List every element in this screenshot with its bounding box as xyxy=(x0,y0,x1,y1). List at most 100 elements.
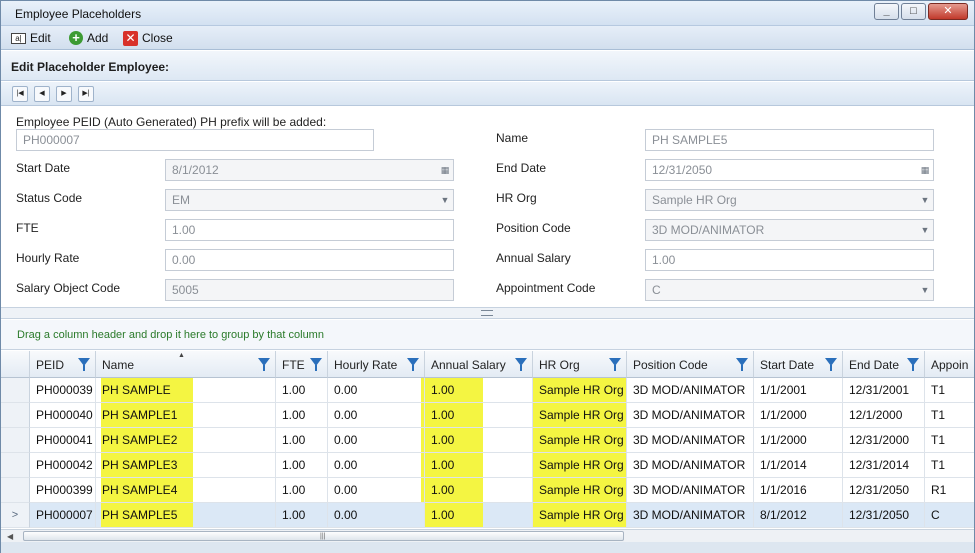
table-cell-appoin[interactable]: T1 xyxy=(925,453,974,478)
add-button[interactable]: + Add xyxy=(69,30,108,46)
hr-org-select[interactable]: Sample HR Org ▼ xyxy=(645,189,934,211)
table-cell-start-date[interactable]: 1/1/2014 xyxy=(754,453,843,478)
column-header-hourly-rate[interactable]: Hourly Rate xyxy=(328,351,425,378)
table-cell-peid[interactable]: PH000042 xyxy=(30,453,96,478)
table-cell-peid[interactable]: PH000399 xyxy=(30,478,96,503)
chevron-down-icon[interactable]: ▼ xyxy=(917,190,933,210)
column-header-appoin[interactable]: Appoin xyxy=(925,351,974,378)
table-cell-appoin[interactable]: T1 xyxy=(925,378,974,403)
table-cell-hr-org[interactable]: Sample HR Org xyxy=(533,503,627,528)
table-cell-peid[interactable]: PH000041 xyxy=(30,428,96,453)
table-cell-hr-org[interactable]: Sample HR Org xyxy=(533,428,627,453)
window-close-button[interactable]: ✕ xyxy=(928,3,968,20)
table-cell-hourly-rate[interactable]: 0.00 xyxy=(328,428,425,453)
table-cell-fte[interactable]: 1.00 xyxy=(276,428,328,453)
table-cell-end-date[interactable]: 12/31/2014 xyxy=(843,453,925,478)
first-record-button[interactable]: |◀ xyxy=(12,86,28,102)
filter-icon[interactable] xyxy=(907,358,919,371)
table-cell-position-code[interactable]: 3D MOD/ANIMATOR xyxy=(627,478,754,503)
filter-icon[interactable] xyxy=(310,358,322,371)
filter-icon[interactable] xyxy=(825,358,837,371)
table-cell-appoin[interactable]: T1 xyxy=(925,403,974,428)
table-cell-annual-salary[interactable]: 1.00 xyxy=(425,378,533,403)
column-header-position-code[interactable]: Position Code xyxy=(627,351,754,378)
maximize-button[interactable]: □ xyxy=(901,3,926,20)
table-cell-annual-salary[interactable]: 1.00 xyxy=(425,453,533,478)
calendar-icon[interactable]: ▦ xyxy=(917,160,933,180)
table-cell-fte[interactable]: 1.00 xyxy=(276,478,328,503)
column-header-annual-salary[interactable]: Annual Salary xyxy=(425,351,533,378)
table-cell-annual-salary[interactable]: 1.00 xyxy=(425,403,533,428)
row-indicator[interactable] xyxy=(1,403,30,428)
chevron-down-icon[interactable]: ▼ xyxy=(437,190,453,210)
minimize-button[interactable]: _ xyxy=(874,3,899,20)
annual-salary-field[interactable]: 1.00 xyxy=(645,249,934,271)
hourly-rate-field[interactable]: 0.00 xyxy=(165,249,454,271)
table-cell-fte[interactable]: 1.00 xyxy=(276,378,328,403)
peid-field[interactable]: PH000007 xyxy=(16,129,374,151)
name-field[interactable]: PH SAMPLE5 xyxy=(645,129,934,151)
column-header-name[interactable]: Name ▲ xyxy=(96,351,276,378)
table-cell-hr-org[interactable]: Sample HR Org xyxy=(533,403,627,428)
close-button[interactable]: ✕ Close xyxy=(123,30,173,46)
table-cell-start-date[interactable]: 1/1/2000 xyxy=(754,428,843,453)
table-cell-hr-org[interactable]: Sample HR Org xyxy=(533,378,627,403)
column-header-start-date[interactable]: Start Date xyxy=(754,351,843,378)
filter-icon[interactable] xyxy=(78,358,90,371)
filter-icon[interactable] xyxy=(407,358,419,371)
table-cell-position-code[interactable]: 3D MOD/ANIMATOR xyxy=(627,403,754,428)
table-cell-annual-salary[interactable]: 1.00 xyxy=(425,428,533,453)
fte-field[interactable]: 1.00 xyxy=(165,219,454,241)
group-by-panel[interactable]: Drag a column header and drop it here to… xyxy=(1,320,974,350)
status-code-select[interactable]: EM ▼ xyxy=(165,189,454,211)
table-cell-name[interactable]: PH SAMPLE xyxy=(96,378,276,403)
column-header-hr-org[interactable]: HR Org xyxy=(533,351,627,378)
table-cell-name[interactable]: PH SAMPLE1 xyxy=(96,403,276,428)
table-cell-start-date[interactable]: 1/1/2016 xyxy=(754,478,843,503)
filter-icon[interactable] xyxy=(258,358,270,371)
table-cell-end-date[interactable]: 12/1/2000 xyxy=(843,403,925,428)
appointment-code-select[interactable]: C ▼ xyxy=(645,279,934,301)
table-cell-peid[interactable]: PH000039 xyxy=(30,378,96,403)
table-cell-appoin[interactable]: R1 xyxy=(925,478,974,503)
row-indicator[interactable] xyxy=(1,453,30,478)
chevron-down-icon[interactable]: ▼ xyxy=(917,280,933,300)
table-cell-fte[interactable]: 1.00 xyxy=(276,453,328,478)
table-cell-hourly-rate[interactable]: 0.00 xyxy=(328,403,425,428)
last-record-button[interactable]: ▶| xyxy=(78,86,94,102)
table-cell-name[interactable]: PH SAMPLE2 xyxy=(96,428,276,453)
table-cell-position-code[interactable]: 3D MOD/ANIMATOR xyxy=(627,503,754,528)
table-cell-annual-salary[interactable]: 1.00 xyxy=(425,478,533,503)
table-cell-appoin[interactable]: T1 xyxy=(925,428,974,453)
table-cell-fte[interactable]: 1.00 xyxy=(276,503,328,528)
calendar-icon[interactable]: ▦ xyxy=(437,160,453,180)
start-date-field[interactable]: 8/1/2012 ▦ xyxy=(165,159,454,181)
table-cell-peid[interactable]: PH000040 xyxy=(30,403,96,428)
table-cell-annual-salary[interactable]: 1.00 xyxy=(425,503,533,528)
column-header-end-date[interactable]: End Date xyxy=(843,351,925,378)
end-date-field[interactable]: 12/31/2050 ▦ xyxy=(645,159,934,181)
splitter-grip-icon[interactable] xyxy=(481,310,493,316)
table-cell-hourly-rate[interactable]: 0.00 xyxy=(328,378,425,403)
table-cell-start-date[interactable]: 1/1/2000 xyxy=(754,403,843,428)
table-cell-appoin[interactable]: C xyxy=(925,503,974,528)
scrollbar-thumb[interactable]: ||| xyxy=(23,531,624,541)
chevron-down-icon[interactable]: ▼ xyxy=(917,220,933,240)
position-code-select[interactable]: 3D MOD/ANIMATOR ▼ xyxy=(645,219,934,241)
table-cell-hr-org[interactable]: Sample HR Org xyxy=(533,453,627,478)
next-record-button[interactable]: ▶ xyxy=(56,86,72,102)
scroll-left-icon[interactable]: ◀ xyxy=(7,532,13,541)
row-indicator[interactable] xyxy=(1,428,30,453)
row-indicator[interactable]: > xyxy=(1,503,30,528)
row-indicator[interactable] xyxy=(1,478,30,503)
filter-icon[interactable] xyxy=(609,358,621,371)
table-cell-end-date[interactable]: 12/31/2000 xyxy=(843,428,925,453)
table-cell-position-code[interactable]: 3D MOD/ANIMATOR xyxy=(627,428,754,453)
table-cell-start-date[interactable]: 1/1/2001 xyxy=(754,378,843,403)
filter-icon[interactable] xyxy=(736,358,748,371)
table-cell-name[interactable]: PH SAMPLE5 xyxy=(96,503,276,528)
table-cell-position-code[interactable]: 3D MOD/ANIMATOR xyxy=(627,453,754,478)
splitter[interactable] xyxy=(1,307,974,319)
table-cell-position-code[interactable]: 3D MOD/ANIMATOR xyxy=(627,378,754,403)
table-cell-fte[interactable]: 1.00 xyxy=(276,403,328,428)
